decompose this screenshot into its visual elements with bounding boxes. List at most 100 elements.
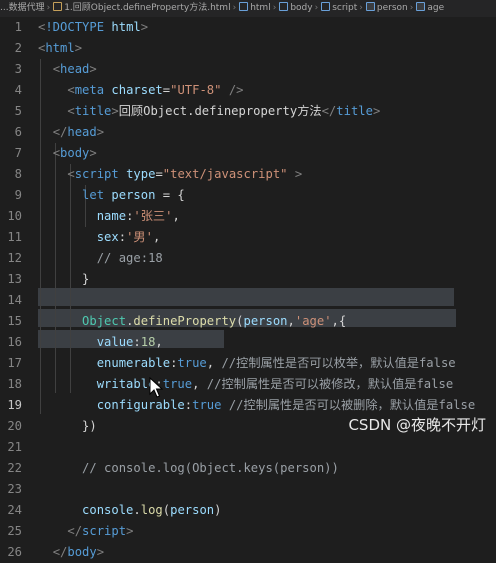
element-icon	[279, 2, 289, 11]
code-line[interactable]: 10 name:'张三',	[0, 206, 496, 227]
code-text: value:18,	[38, 332, 163, 353]
line-number: 17	[7, 356, 22, 370]
breadcrumb-separator: ›	[359, 3, 363, 13]
line-number: 22	[7, 461, 22, 475]
code-token: //控制属性是否可以被删除，默认值是false	[228, 398, 476, 412]
line-number: 4	[14, 83, 22, 97]
element-icon	[321, 2, 331, 11]
code-token: // console.log(Object.keys(person))	[82, 461, 339, 475]
code-text: enumerable:true, //控制属性是否可以枚举，默认值是false	[38, 353, 456, 374]
breadcrumb-separator: ›	[409, 3, 414, 13]
code-token: sex	[96, 230, 119, 244]
line-number: 25	[7, 524, 22, 538]
code-token: 18	[140, 335, 156, 349]
code-line[interactable]: 18 writable:true, //控制属性是否可以被修改，默认值是fals…	[0, 374, 496, 395]
code-line[interactable]: 8 <script type="text/javascript" >	[0, 164, 496, 185]
line-number: 2	[14, 41, 22, 55]
code-token: 回顾Object.defineproperty方法	[118, 104, 322, 118]
code-text: <meta charset="UTF-8" />	[38, 80, 244, 101]
code-token: title	[336, 104, 373, 118]
code-line[interactable]: 13 }	[0, 269, 496, 290]
breadcrumb-person[interactable]: person	[377, 0, 408, 17]
code-token: person	[170, 503, 215, 517]
code-line[interactable]: 14	[0, 290, 496, 311]
code-line[interactable]: 11 sex:'男',	[0, 227, 496, 248]
breadcrumb-folder[interactable]: ...数据代理	[0, 0, 45, 17]
breadcrumb-body[interactable]: body	[290, 0, 312, 17]
code-token: ,	[287, 314, 295, 328]
code-line[interactable]: 21	[0, 437, 496, 458]
watermark: CSDN @夜晚不开灯	[348, 416, 486, 434]
code-token: true	[162, 377, 193, 391]
code-editor[interactable]: 1 <!DOCTYPE html> 2 <html> 3 <head> 4 <meta c…	[0, 17, 496, 559]
code-token: <	[67, 83, 75, 97]
code-token: >	[126, 524, 134, 538]
code-text: </body>	[38, 542, 104, 563]
code-text: // console.log(Object.keys(person))	[38, 458, 339, 479]
line-number: 7	[14, 146, 22, 160]
line-number: 16	[7, 335, 22, 349]
breadcrumb-file[interactable]: 1.回顾Object.defineProperty方法.html	[64, 0, 230, 17]
code-line[interactable]: 19 configurable:true //控制属性是否可以被删除，默认值是f…	[0, 395, 496, 416]
code-token: >	[89, 62, 97, 76]
line-number: 21	[7, 440, 22, 454]
code-token: person	[111, 188, 156, 202]
code-line[interactable]: 3 <head>	[0, 59, 496, 80]
code-line[interactable]: 16 value:18,	[0, 332, 496, 353]
code-line[interactable]: 2 <html>	[0, 38, 496, 59]
code-line[interactable]: 1 <!DOCTYPE html>	[0, 17, 496, 38]
code-line[interactable]: 12 // age:18	[0, 248, 496, 269]
code-text: <script type="text/javascript" >	[38, 164, 302, 185]
code-line[interactable]: 22 // console.log(Object.keys(person))	[0, 458, 496, 479]
code-token: html	[45, 41, 75, 55]
breadcrumb-separator: ›	[232, 3, 237, 13]
breadcrumb: ...数据代理 › 1.回顾Object.defineProperty方法.html…	[0, 0, 496, 17]
code-line[interactable]: 9 let person = {	[0, 185, 496, 206]
variable-icon	[365, 2, 375, 11]
code-line[interactable]: 24 console.log(person)	[0, 500, 496, 521]
code-token: >	[89, 146, 97, 160]
breadcrumb-age[interactable]: age	[427, 0, 444, 17]
code-line[interactable]: 25 </script>	[0, 521, 496, 542]
code-line[interactable]: 5 <title>回顾Object.defineproperty方法</titl…	[0, 101, 496, 122]
element-icon	[239, 2, 249, 11]
code-text: console.log(person)	[38, 500, 221, 521]
code-line[interactable]: 4 <meta charset="UTF-8" />	[0, 80, 496, 101]
mouse-pointer-icon	[149, 377, 163, 398]
code-token: />	[228, 83, 244, 97]
code-line[interactable]: 7 <body>	[0, 143, 496, 164]
code-token: }	[38, 272, 90, 286]
code-text: let person = {	[38, 185, 185, 206]
code-text: <html>	[38, 38, 82, 59]
line-number: 24	[7, 503, 22, 517]
code-line[interactable]: 15 Object.defineProperty(person,'age',{	[0, 311, 496, 332]
line-number: 15	[7, 314, 22, 328]
code-token: >	[96, 545, 105, 559]
code-line[interactable]: 17 enumerable:true, //控制属性是否可以枚举，默认值是fal…	[0, 353, 496, 374]
code-line[interactable]: 23	[0, 479, 496, 500]
code-line[interactable]: 26 </body>	[0, 542, 496, 563]
code-token: head	[67, 125, 97, 139]
code-token: value	[96, 335, 134, 349]
line-number: 11	[7, 230, 22, 244]
code-line[interactable]: 6 </head>	[0, 122, 496, 143]
code-token: ,{	[331, 314, 347, 328]
breadcrumb-script[interactable]: script	[332, 0, 357, 17]
line-number: 18	[7, 377, 22, 391]
code-text: sex:'男',	[38, 227, 161, 248]
breadcrumb-html[interactable]: html	[250, 0, 271, 17]
code-token: head	[60, 62, 90, 76]
